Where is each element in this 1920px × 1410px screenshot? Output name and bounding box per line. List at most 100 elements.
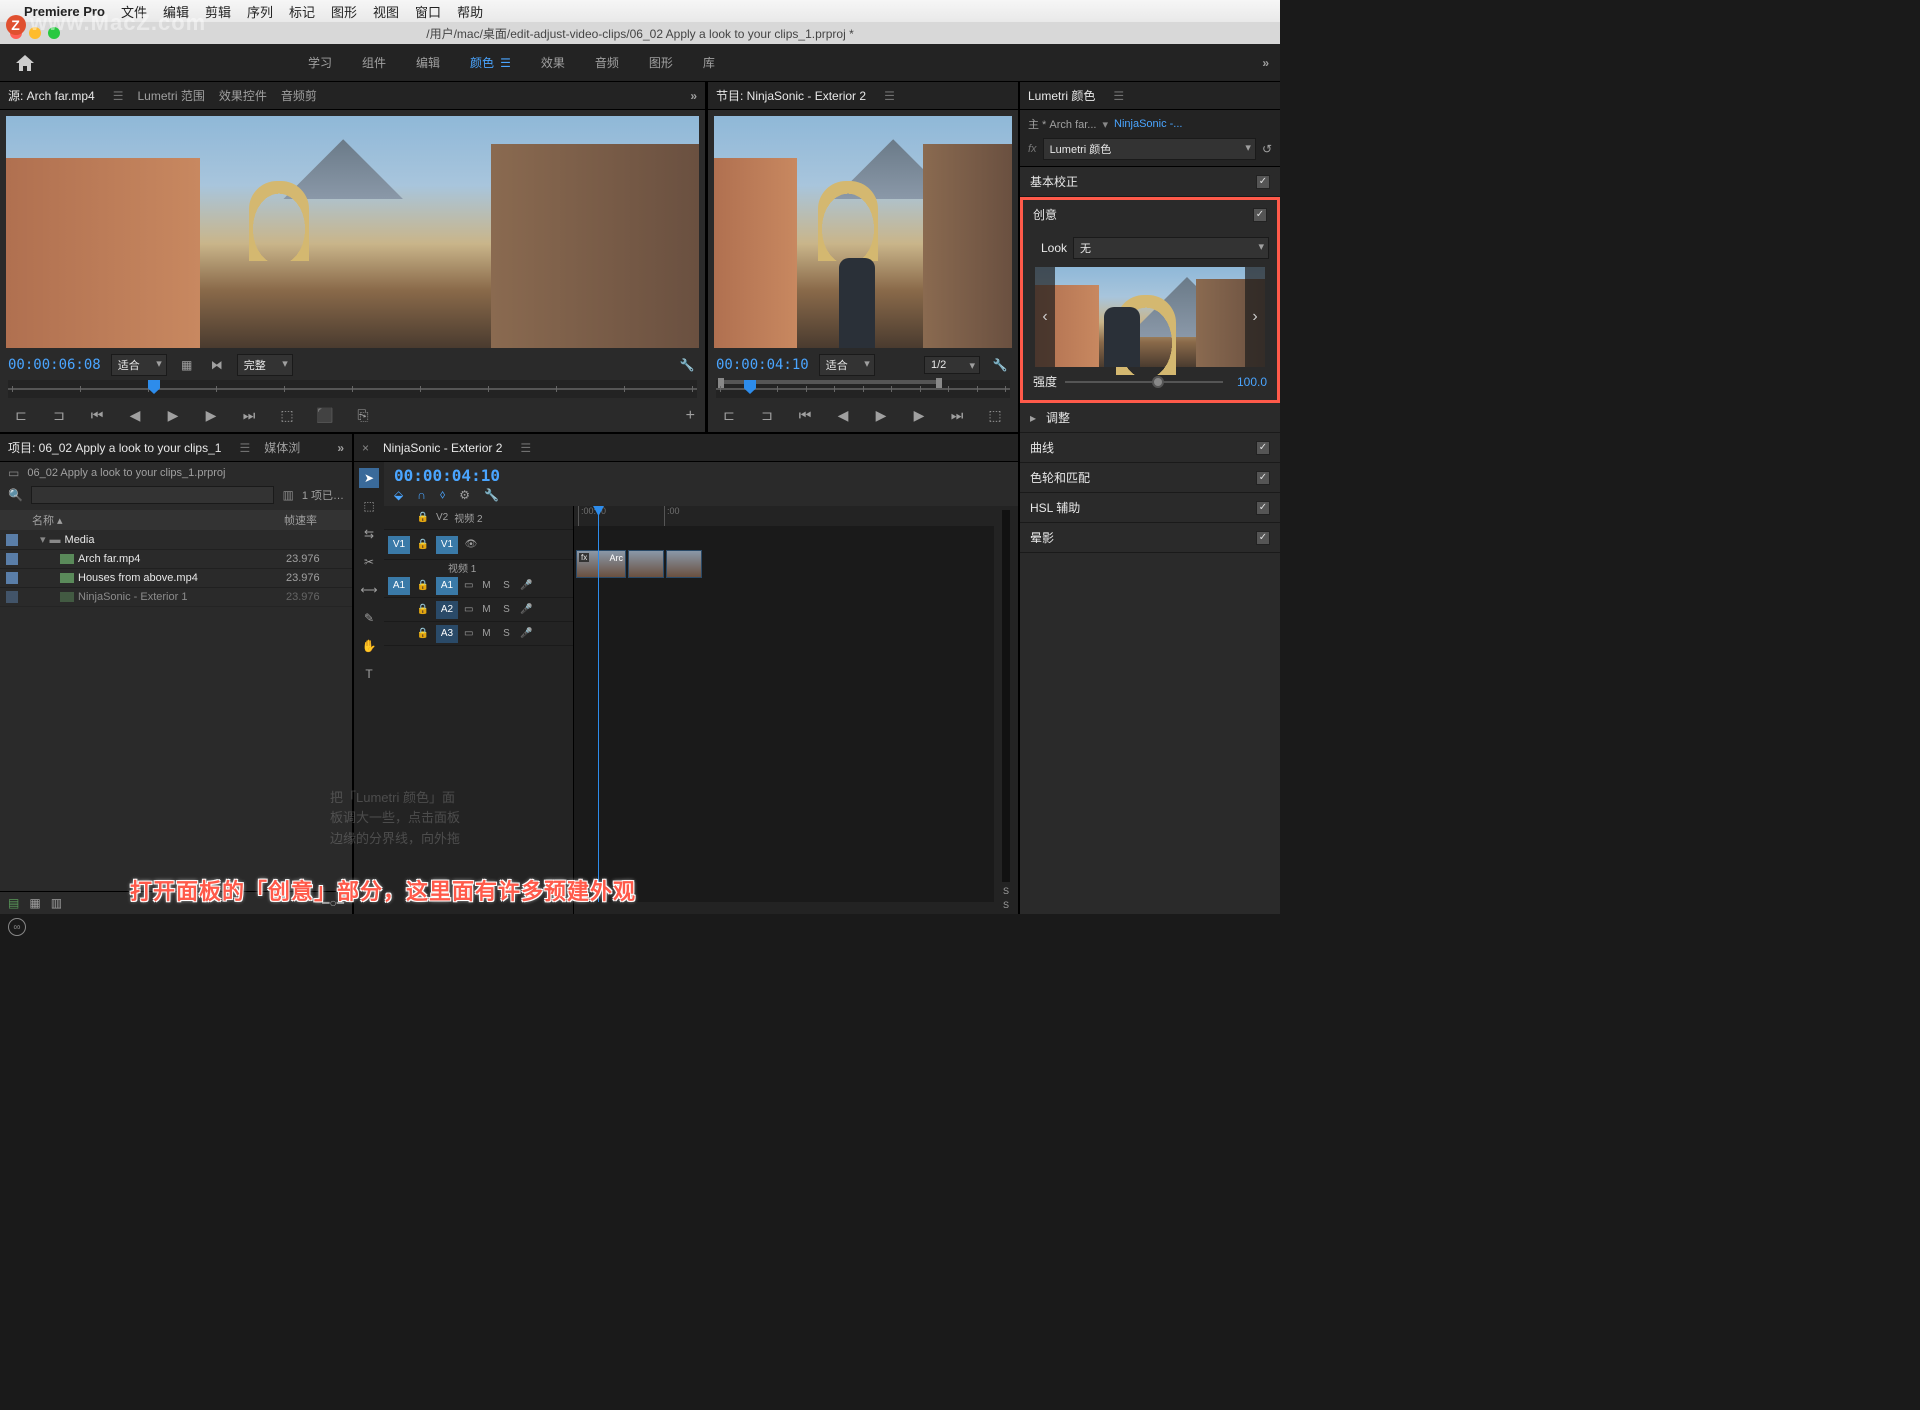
play-button[interactable]: ▶ xyxy=(870,406,892,424)
panel-menu-icon[interactable]: ☰ xyxy=(1113,89,1124,103)
slip-tool[interactable]: ⟷ xyxy=(359,580,379,600)
overwrite-button[interactable]: ⬛ xyxy=(314,406,336,424)
step-forward-button[interactable]: ▶ xyxy=(908,406,930,424)
program-settings-icon[interactable]: 🔧 xyxy=(990,356,1010,374)
lumetri-section-basic[interactable]: 基本校正 xyxy=(1020,167,1280,197)
workspace-overflow[interactable]: » xyxy=(1262,56,1270,70)
hsl-toggle-checkbox[interactable] xyxy=(1256,501,1270,515)
workspace-effects[interactable]: 效果 xyxy=(539,50,567,75)
source-patch-v1[interactable]: V1 xyxy=(388,536,410,554)
menu-view[interactable]: 视图 xyxy=(373,2,399,21)
program-video-frame[interactable] xyxy=(714,116,1012,348)
timeline-ruler[interactable]: :00:00 :00 xyxy=(574,506,994,526)
table-row[interactable]: Houses from above.mp4 23.976 xyxy=(0,569,352,588)
type-tool[interactable]: T xyxy=(359,664,379,684)
go-to-out-button[interactable]: ⏭ xyxy=(946,406,968,424)
mark-out-button[interactable]: ⊐ xyxy=(48,406,70,424)
vignette-toggle-checkbox[interactable] xyxy=(1256,531,1270,545)
menu-edit[interactable]: 编辑 xyxy=(163,2,189,21)
track-header-a1[interactable]: A1 🔒 A1 ▭ M S 🎤 xyxy=(384,574,573,598)
source-settings-icon[interactable]: 🔧 xyxy=(677,356,697,374)
panel-menu-icon[interactable]: ☰ xyxy=(884,89,895,103)
window-zoom-button[interactable] xyxy=(48,27,60,39)
source-video-frame[interactable] xyxy=(6,116,699,348)
table-row[interactable]: ▾ ▬ Media xyxy=(0,530,352,550)
workspace-color[interactable]: 颜色☰ xyxy=(468,50,513,75)
step-forward-button[interactable]: ▶ xyxy=(200,406,222,424)
export-frame-button[interactable]: ⎘ xyxy=(352,406,374,424)
source-fit-dropdown[interactable]: 适合 xyxy=(111,354,167,376)
look-prev-button[interactable]: ‹ xyxy=(1035,267,1055,367)
track-header-v2[interactable]: 🔒 V2 视频 2 xyxy=(384,506,573,530)
insert-button[interactable]: ⬚ xyxy=(276,406,298,424)
timeline-h-scrollbar[interactable] xyxy=(574,902,994,914)
lumetri-section-adjust[interactable]: 调整 xyxy=(1020,403,1280,433)
tab-lumetri-color[interactable]: Lumetri 颜色 xyxy=(1028,87,1095,104)
solo-safe-s[interactable]: S xyxy=(1003,900,1009,910)
lumetri-master-clip[interactable]: 主 * Arch far... xyxy=(1028,116,1096,132)
source-scrub-bar[interactable] xyxy=(8,380,697,398)
mark-out-button[interactable]: ⊐ xyxy=(756,406,778,424)
creative-toggle-checkbox[interactable] xyxy=(1253,208,1267,222)
lumetri-section-wheels[interactable]: 色轮和匹配 xyxy=(1020,463,1280,493)
timeline-timecode[interactable]: 00:00:04:10 xyxy=(394,466,500,485)
panel-menu-icon[interactable]: ☰ xyxy=(239,441,250,455)
look-dropdown[interactable]: 无 xyxy=(1073,237,1269,259)
source-patch-a1[interactable]: A1 xyxy=(388,577,410,595)
intensity-slider[interactable] xyxy=(1065,381,1223,383)
source-vr-icon[interactable]: ⧓ xyxy=(207,356,227,374)
add-button-source[interactable]: + xyxy=(686,407,695,425)
tab-project[interactable]: 项目: 06_02 Apply a look to your clips_1 xyxy=(8,439,221,456)
home-button[interactable] xyxy=(10,50,40,76)
tabs-overflow[interactable]: » xyxy=(337,441,344,455)
pen-tool[interactable]: ✎ xyxy=(359,608,379,628)
workspace-libraries[interactable]: 库 xyxy=(701,50,717,75)
workspace-editing[interactable]: 编辑 xyxy=(414,50,442,75)
mark-in-button[interactable]: ⊏ xyxy=(718,406,740,424)
lumetri-section-hsl[interactable]: HSL 辅助 xyxy=(1020,493,1280,523)
search-icon[interactable]: 🔍 xyxy=(8,488,23,502)
tab-lumetri-scopes[interactable]: Lumetri 范围 xyxy=(137,87,204,104)
menu-help[interactable]: 帮助 xyxy=(457,2,483,21)
look-next-button[interactable]: › xyxy=(1245,267,1265,367)
program-scrub-bar[interactable] xyxy=(716,380,1010,398)
list-view-icon[interactable]: ▤ xyxy=(8,896,19,910)
table-row[interactable]: NinjaSonic - Exterior 1 23.976 xyxy=(0,588,352,607)
icon-view-icon[interactable]: ▦ xyxy=(29,896,40,910)
lumetri-section-vignette[interactable]: 晕影 xyxy=(1020,523,1280,553)
menu-marker[interactable]: 标记 xyxy=(289,2,315,21)
menu-graphics[interactable]: 图形 xyxy=(331,2,357,21)
timeline-playhead[interactable] xyxy=(598,506,599,914)
timeline-clip[interactable] xyxy=(628,550,664,578)
menu-window[interactable]: 窗口 xyxy=(415,2,441,21)
timeline-tracks-area[interactable]: :00:00 :00 fx Arc xyxy=(574,506,994,914)
expand-icon[interactable]: ▾ xyxy=(40,533,46,546)
timeline-clip[interactable] xyxy=(666,550,702,578)
tab-source[interactable]: 源: Arch far.mp4 xyxy=(8,87,95,104)
tabs-overflow[interactable]: » xyxy=(690,89,697,103)
go-to-out-button[interactable]: ⏭ xyxy=(238,406,260,424)
marker-icon[interactable]: ⬨ xyxy=(440,487,445,502)
table-row[interactable]: Arch far.mp4 23.976 xyxy=(0,550,352,569)
source-safe-margins-icon[interactable]: ▦ xyxy=(177,356,197,374)
window-minimize-button[interactable] xyxy=(29,27,41,39)
play-button[interactable]: ▶ xyxy=(162,406,184,424)
mark-in-button[interactable]: ⊏ xyxy=(10,406,32,424)
workspace-assembly[interactable]: 组件 xyxy=(360,50,388,75)
go-to-in-button[interactable]: ⏮ xyxy=(86,406,108,424)
program-quality-dropdown[interactable]: 1/2 xyxy=(924,356,980,374)
lumetri-section-creative[interactable]: 创意 xyxy=(1023,200,1277,229)
ripple-edit-tool[interactable]: ⇆ xyxy=(359,524,379,544)
program-fit-dropdown[interactable]: 适合 xyxy=(819,354,875,376)
target-v1[interactable]: V1 xyxy=(436,536,458,554)
go-to-in-button[interactable]: ⏮ xyxy=(794,406,816,424)
workspace-audio[interactable]: 音频 xyxy=(593,50,621,75)
tab-program[interactable]: 节目: NinjaSonic - Exterior 2 xyxy=(716,87,866,104)
panel-menu-icon[interactable]: ☰ xyxy=(113,89,124,103)
intensity-value[interactable]: 100.0 xyxy=(1231,375,1267,389)
lumetri-sequence-link[interactable]: NinjaSonic -... xyxy=(1114,118,1182,130)
track-select-tool[interactable]: ⬚ xyxy=(359,496,379,516)
menu-clip[interactable]: 剪辑 xyxy=(205,2,231,21)
hand-tool[interactable]: ✋ xyxy=(359,636,379,656)
track-header-a3[interactable]: 🔒 A3 ▭ M S 🎤 xyxy=(384,622,573,646)
